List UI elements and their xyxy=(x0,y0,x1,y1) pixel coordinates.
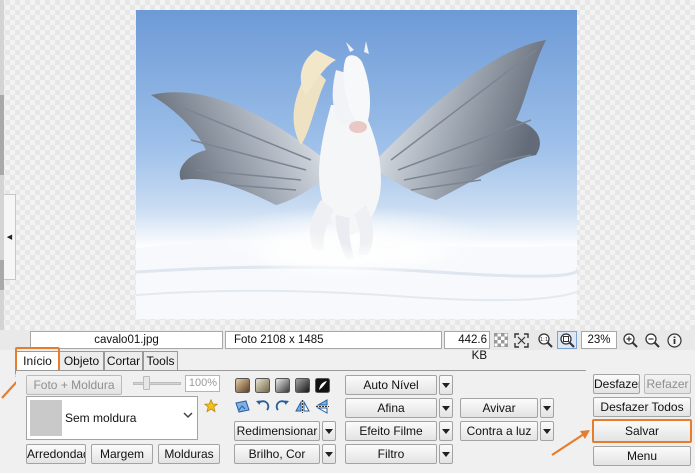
resize-dropdown[interactable] xyxy=(322,421,336,441)
favorite-star-icon[interactable] xyxy=(204,399,218,413)
brightness-dropdown[interactable] xyxy=(322,444,336,464)
tab-tools[interactable]: Tools xyxy=(143,351,178,371)
dropdown-arrow-icon xyxy=(442,428,450,434)
rounded-button[interactable]: Arredondado xyxy=(26,444,86,464)
sharpen-dropdown[interactable] xyxy=(439,398,453,418)
tab-cortar[interactable]: Cortar xyxy=(104,351,143,371)
image-canvas[interactable]: ◀ xyxy=(0,0,695,330)
zoom-in-icon[interactable] xyxy=(620,331,640,349)
photo-preview[interactable] xyxy=(136,10,577,319)
zoom-fit-icon[interactable] xyxy=(557,331,577,349)
fit-icon[interactable] xyxy=(511,331,531,349)
rotate-right-icon[interactable] xyxy=(275,399,290,414)
sidebar-collapse-handle[interactable]: ◀ xyxy=(4,194,16,280)
auto-level-button[interactable]: Auto Nível xyxy=(345,375,437,395)
filter-dropdown[interactable] xyxy=(439,444,453,464)
zoom-level-label: 23% xyxy=(581,331,617,349)
image-dimensions-label: Foto 2108 x 1485 xyxy=(225,331,442,349)
frame-select[interactable]: Sem moldura xyxy=(26,396,198,440)
dark-tone-icon[interactable] xyxy=(295,378,310,393)
zoom-out-icon[interactable] xyxy=(642,331,662,349)
arrow-annotation-icon xyxy=(551,430,590,456)
status-bar: cavalo01.jpg Foto 2108 x 1485 442.6 KB 1… xyxy=(0,330,695,362)
undo-button[interactable]: Desfazer xyxy=(593,374,640,394)
flip-vertical-icon[interactable] xyxy=(315,399,330,414)
picture-icon[interactable] xyxy=(235,399,250,414)
undo-all-button[interactable]: Desfazer Todos xyxy=(593,397,691,417)
left-sidebar-edge xyxy=(0,0,4,330)
photo-frame-button[interactable]: Foto + Moldura xyxy=(26,375,122,395)
dropdown-arrow-icon xyxy=(442,405,450,411)
zoom-100-icon[interactable]: 1:1 xyxy=(535,331,555,349)
menu-button[interactable]: Menu xyxy=(593,446,691,466)
tab-objeto[interactable]: Objeto xyxy=(59,351,104,371)
redo-button[interactable]: Refazer xyxy=(644,374,691,394)
resize-button[interactable]: Redimensionar xyxy=(234,421,320,441)
dropdown-arrow-icon xyxy=(325,451,333,457)
frame-select-value: Sem moldura xyxy=(65,411,137,425)
file-size-label: 442.6 KB xyxy=(444,331,490,362)
sepia-tone-icon[interactable] xyxy=(235,378,250,393)
chevron-left-icon: ◀ xyxy=(6,234,13,241)
dropdown-arrow-icon xyxy=(442,382,450,388)
auto-level-dropdown[interactable] xyxy=(439,375,453,395)
frame-thumbnail xyxy=(30,400,62,436)
rotate-left-icon[interactable] xyxy=(255,399,270,414)
filter-button[interactable]: Filtro xyxy=(345,444,437,464)
frame-zoom-slider-track[interactable] xyxy=(133,382,181,385)
info-icon[interactable] xyxy=(664,331,684,349)
checkerboard-icon[interactable] xyxy=(491,331,511,349)
sharpen-button[interactable]: Afina xyxy=(345,398,437,418)
negative-icon[interactable] xyxy=(315,378,330,393)
dropdown-arrow-icon xyxy=(543,405,551,411)
save-button[interactable]: Salvar xyxy=(592,419,692,443)
enliven-button[interactable]: Avivar xyxy=(460,398,538,418)
film-effect-dropdown[interactable] xyxy=(439,421,453,441)
brightness-color-button[interactable]: Brilho, Cor xyxy=(234,444,320,464)
dropdown-arrow-icon xyxy=(442,451,450,457)
frame-zoom-slider-thumb[interactable] xyxy=(143,376,150,390)
dropdown-arrow-icon xyxy=(325,428,333,434)
sidebar-notch xyxy=(0,95,4,175)
warm-tone-icon[interactable] xyxy=(255,378,270,393)
gray-tone-icon[interactable] xyxy=(275,378,290,393)
pegasus-photo xyxy=(136,40,577,319)
frames-button[interactable]: Molduras xyxy=(158,444,220,464)
backlight-button[interactable]: Contra a luz xyxy=(460,421,538,441)
enliven-dropdown[interactable] xyxy=(540,398,554,418)
chevron-down-icon xyxy=(183,408,193,422)
film-effect-button[interactable]: Efeito Filme xyxy=(345,421,437,441)
svg-text:1:1: 1:1 xyxy=(539,337,547,343)
margin-button[interactable]: Margem xyxy=(91,444,153,464)
frame-zoom-input[interactable]: 100% xyxy=(185,375,220,392)
flip-horizontal-icon[interactable] xyxy=(295,399,310,414)
